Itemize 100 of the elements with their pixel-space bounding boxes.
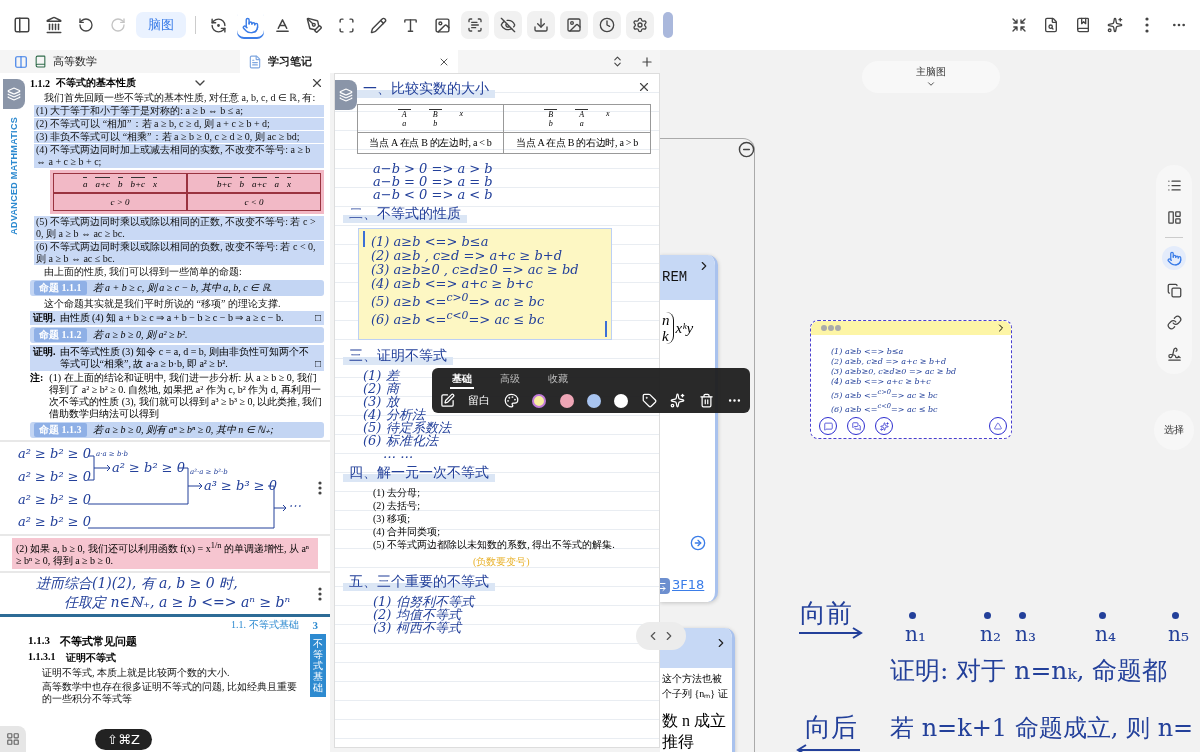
running-title: 1.1. 不等式基础 xyxy=(231,618,299,633)
paragraph: 由上面的性质, 我们可以得到一些简单的命题: xyxy=(43,266,243,278)
point-label: B b xyxy=(428,109,442,128)
handwritten-line: a−b = 0 => a = b xyxy=(373,175,493,188)
list-item: (1) 去分母; xyxy=(373,485,421,499)
table-caption: 当点 A 在点 B 的左边时, a < b xyxy=(368,136,493,150)
handwritten-line: (6) 标准化法 xyxy=(363,433,438,447)
axis-label: a+c xyxy=(252,177,267,189)
point-label: n₅ xyxy=(1168,622,1189,646)
point-label: A a xyxy=(575,109,589,128)
handwritten-line: (1) a≥b <=> b≤a xyxy=(371,235,490,248)
handwritten-inequality: a² ≥ b² ≥ 0 xyxy=(18,492,92,507)
blank-button[interactable]: 留白 xyxy=(468,393,491,408)
handwritten-ellipsis: ⋯ xyxy=(288,498,301,513)
handwritten-line: (3) a≥b≥0 , c≥d≥0 => ac ≥ bd xyxy=(371,263,580,276)
select-button[interactable]: 选择 xyxy=(1154,410,1194,450)
shortcut-hint: ⇧⌘Z xyxy=(95,729,152,750)
handwritten-inequality: a³ ≥ b³ ≥ 0 xyxy=(204,478,278,493)
handwritten-line: (4) a≥b <=> a+c ≥ b+c xyxy=(831,377,932,387)
proof-text: 由性质 (4) 知 a + b ≥ c ⇒ a + b − b ≥ c − b ⇒ a ≥ c − b. xyxy=(59,312,285,324)
handwritten-line: … … xyxy=(382,446,414,460)
handwritten-line: 证明: 对于 n=nₖ, 命题都 xyxy=(890,655,1168,687)
subheading: 证明不等式 xyxy=(65,651,116,666)
table-cell: c > 0 xyxy=(53,193,187,211)
content-card[interactable]: 这个方法也被 个子列 {nₘ} 证 数 n 成立 推得 xyxy=(660,628,735,752)
point-label: n₁ xyxy=(905,622,926,646)
popup-tab[interactable]: 高级 xyxy=(498,371,522,389)
axis-label: b+c xyxy=(130,177,146,189)
mind-map-button[interactable]: 脑图 xyxy=(136,12,186,38)
book-side-label: ADVANCED MATHMATICS xyxy=(9,117,19,235)
note-heading: 四、解一元一次不等式 xyxy=(343,463,495,482)
proposition-text: 若 a ≥ b ≥ 0, 则有 aⁿ ≥ bⁿ ≥ 0, 其中 n ∈ ℕ₊; xyxy=(92,424,274,436)
axis-label: x xyxy=(606,109,610,120)
proposition-label: 命题 1.1.2 xyxy=(34,328,87,342)
handwritten-line: (3) a≥b≥0, c≥d≥0 => ac ≥ bd xyxy=(831,367,958,377)
point-label: n₂ xyxy=(980,622,1001,646)
handwritten-line: (2) 商 xyxy=(363,381,399,395)
map-selector[interactable]: 主脑图 xyxy=(862,61,1000,93)
end-mark: □ xyxy=(314,312,321,324)
document-tab[interactable]: 学习笔记 xyxy=(240,50,458,73)
paragraph: 这个命题其实就是我们平时所说的 “移项” 的理论支撑. xyxy=(43,298,282,310)
handwritten-line: (4) 分析法 xyxy=(363,407,425,421)
proposition-text: 若 a ≥ b ≥ 0, 则 a² ≥ b². xyxy=(92,329,188,341)
proof-label: 证明. xyxy=(33,346,56,358)
handwritten-line: a−b < 0 => a < b xyxy=(373,188,493,201)
heading: 不等式常见问题 xyxy=(60,634,137,650)
note-label: 注: xyxy=(30,372,44,385)
property-item: (5) 不等式两边同时乘以或除以相同的正数, 不改变不等号: 若 c > 0, 则 a ≥ b ⇔ ac ≥ bc. xyxy=(34,216,324,240)
card-link[interactable]: 3F18 xyxy=(672,577,705,592)
heading-number: 1.1.3 xyxy=(28,634,50,649)
section-title: 不等式的基本性质 xyxy=(56,76,136,90)
axis-label: a+c xyxy=(95,177,110,189)
property-item: (6) 不等式两边同时乘以或除以相同的负数, 改变不等号: 若 c < 0, 则 a ≥ b ⇔ ac ≤ bc. xyxy=(34,241,324,265)
handwritten-line: (2) a≥b , c≥d => a+c ≥ b+d xyxy=(371,249,564,262)
handwritten-line: (4) a≥b <=> a+c ≥ b+c xyxy=(371,277,535,290)
note-heading: 一、比较实数的大小 xyxy=(357,80,495,98)
handwritten-word: 向后 xyxy=(805,711,857,744)
axis-label: b+c xyxy=(216,177,232,189)
handwritten-inequality: a² ≥ b² ≥ 0 xyxy=(112,460,186,475)
highlighted-note: (2) 如果 a, b ≥ 0, 我们还可以利用函数 f(x) = x$^{1/n}$ 的单调递增性, 从 aⁿ ≥ bⁿ ≥ 0, 得到 a ≥ b ≥ 0. xyxy=(12,538,318,570)
property-item: (1) 大于等于和小于等于是对称的: a ≥ b ⇔ b ≤ a; xyxy=(34,105,324,117)
sticky-note[interactable]: (1) a≥b <=> b≤a (2) a≥b , c≥d => a+c ≥ b+d (3) a≥b≥0 , c≥d≥0 => ac ≥ bd (4) a≥b <=> a+c ≥ b+c (5) a≥b <=$^{c>0}$=> ac ≥ bc (6) a≥b <=$^{c<0}$=> ac ≤ bc xyxy=(359,229,611,339)
list-item: (3) 移项; xyxy=(373,511,411,525)
point-label: A a xyxy=(397,109,411,128)
proposition-label: 命题 1.1.3 xyxy=(34,423,87,437)
proposition-label: 命题 1.1.1 xyxy=(34,281,87,295)
point-label: B b xyxy=(544,109,558,128)
axis-label: a xyxy=(274,177,280,189)
list-item: (4) 合并同类项; xyxy=(373,524,441,538)
handwritten-word: 向前 xyxy=(800,597,852,630)
note-heading: 五、三个重要的不等式 xyxy=(343,572,495,591)
popup-tab[interactable]: 基础 xyxy=(450,371,474,389)
axis-label: x xyxy=(459,109,464,120)
property-item: (2) 不等式可以 “相加”：若 a ≥ b, c ≥ d, 则 a + c ≥ b + d; xyxy=(34,118,324,130)
axis-label: a xyxy=(82,177,88,189)
note-heading: 二、不等式的性质 xyxy=(343,205,467,223)
table-cell: c < 0 xyxy=(187,193,321,211)
property-item: (3) 非负不等式可以 “相乘”：若 a ≥ b ≥ 0, c ≥ d ≥ 0, 则 ac ≥ bd; xyxy=(34,131,324,143)
note-heading: 三、证明不等式 xyxy=(343,346,453,365)
popup-tab[interactable]: 收藏 xyxy=(546,371,570,389)
paragraph: 我们首先回顾一些不等式的基本性质, 对任意 a, b, c, d ∈ ℝ, 有: xyxy=(43,92,317,104)
handwritten-line: (1) 伯努利不等式 xyxy=(373,594,474,608)
card-text: 数 n 成立 xyxy=(661,711,727,731)
chapter-tab[interactable]: 不等式基础 xyxy=(310,634,326,698)
card-title: REM xyxy=(662,269,688,285)
handwritten-line: (5) a≥b <=$^{c>0}$=> ac ≥ bc xyxy=(371,291,546,309)
section-number: 1.1.2 xyxy=(30,77,50,89)
handwritten-line: (6) a≥b <=$^{c<0}$=> ac ≤ bc xyxy=(831,400,939,415)
proof-text: 由不等式性质 (3) 知令 c = a, d = b, 则由非负性可知两个不等式可以“相乘”, 故 a·a ≥ b·b, 即 a² ≥ b². xyxy=(59,346,310,370)
axis-label: b xyxy=(118,177,123,189)
handwritten-line: (2) 均值不等式 xyxy=(373,607,461,621)
sticky-card[interactable]: (1) a≥b <=> b≤a (2) a≥b, c≥d => a+c ≥ b+d (3) a≥b≥0, c≥d≥0 => ac ≥ bd (4) a≥b <=> a+c ≥ b+c (5) a≥b <=$^{c>0}$=> ac ≥ bc (6) a≥b <=$^{c<0}$=> ac ≤ bc xyxy=(810,320,1012,439)
paragraph: 高等数学中也存在很多证明不等式的问题, 比如经典且重要的一些积分不等式等 xyxy=(41,681,298,706)
handwritten-line: 若 n=k+1 命题成立, 则 n= xyxy=(890,713,1194,744)
handwritten-annotation: (负数要变号) xyxy=(472,554,531,569)
axis-label: b xyxy=(239,177,244,189)
document-tab[interactable]: 高等数学 xyxy=(6,50,240,73)
point-label: n₄ xyxy=(1095,622,1116,646)
property-item: (4) 不等式两边同时加上或减去相同的实数, 不改变不等号: a ≥ b ⇔ a + c ≥ b + c; xyxy=(34,144,324,168)
list-item: (2) 去括号; xyxy=(373,498,421,512)
